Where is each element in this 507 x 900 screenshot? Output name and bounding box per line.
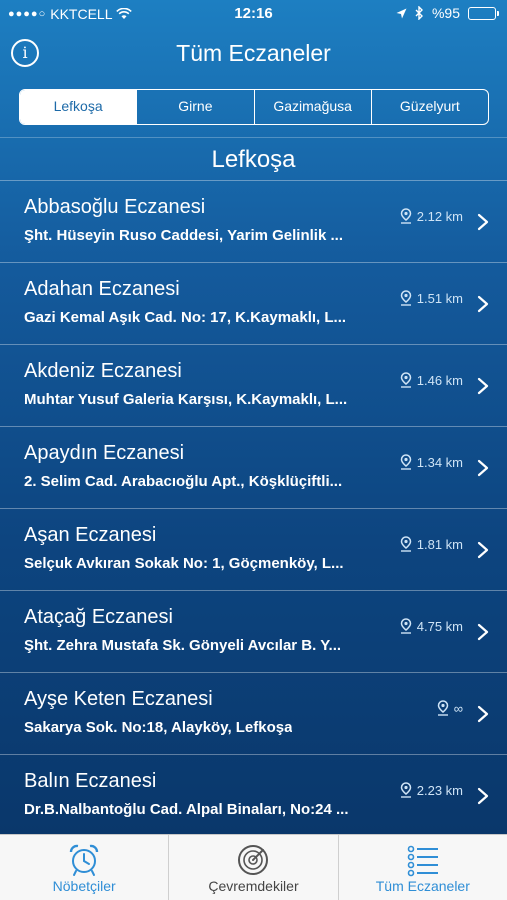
city-segmented-control: Lefkoşa Girne Gazimağusa Güzelyurt — [19, 89, 489, 125]
map-pin-icon — [400, 536, 412, 552]
pharmacy-name: Abbasoğlu Eczanesi — [24, 196, 206, 218]
tab-label: Nöbetçiler — [52, 878, 116, 894]
pharmacy-row[interactable]: Balın Eczanesi Dr.B.Nalbantoğlu Cad. Alpa… — [0, 754, 507, 836]
list-icon — [407, 845, 438, 877]
pharmacy-name: Ataçağ Eczanesi — [24, 606, 173, 628]
distance-value: ∞ — [453, 700, 463, 716]
pharmacy-name: Apaydın Eczanesi — [24, 442, 185, 464]
pharmacy-address: Muhtar Yusuf Galeria Karşısı, K.Kaymaklı… — [24, 391, 348, 408]
distance-value: 4.75 km — [416, 618, 463, 634]
page-title: Tüm Eczaneler — [176, 40, 331, 66]
alarm-clock-icon — [69, 844, 99, 876]
pharmacy-address: Sakarya Sok. No:18, Alayköy, Lefkoşa — [24, 719, 293, 736]
segment-guzelyurt[interactable]: Güzelyurt — [370, 90, 488, 124]
pharmacy-address: Şht. Hüseyin Ruso Caddesi, Yarim Gelinli… — [24, 227, 343, 244]
section-header: Lefkoşa — [211, 146, 296, 173]
pharmacy-row[interactable]: Adahan Eczanesi Gazi Kemal Aşık Cad. No: … — [0, 262, 507, 344]
chevron-right-icon — [477, 541, 489, 559]
map-pin-icon — [400, 208, 412, 224]
segment-lefkosa[interactable]: Lefkoşa — [20, 90, 137, 124]
pharmacy-distance: 1.51 km — [400, 290, 463, 306]
pharmacy-distance: 2.12 km — [400, 208, 463, 224]
chevron-right-icon — [477, 705, 489, 723]
tab-tum-eczaneler[interactable]: Tüm Eczaneler — [337, 835, 507, 900]
pharmacy-address: Şht. Zehra Mustafa Sk. Gönyeli Avcılar B… — [24, 637, 342, 654]
pharmacy-address: 2. Selim Cad. Arabacıoğlu Apt., Köşklüçi… — [24, 473, 343, 490]
pharmacy-address: Gazi Kemal Aşık Cad. No: 17, K.Kaymaklı,… — [24, 309, 347, 326]
map-pin-icon — [400, 290, 412, 306]
distance-value: 1.46 km — [416, 372, 463, 388]
distance-value: 2.23 km — [416, 782, 463, 798]
pharmacy-distance: 4.75 km — [400, 618, 463, 634]
map-pin-icon — [400, 618, 412, 634]
battery-percent: %95 — [431, 5, 460, 21]
pharmacy-name: Aşan Eczanesi — [24, 524, 157, 546]
tab-label: Tüm Eczaneler — [375, 878, 470, 894]
battery-icon — [468, 6, 499, 20]
distance-value: 2.12 km — [416, 208, 463, 224]
segment-gazimagusa[interactable]: Gazimağusa — [253, 90, 371, 124]
pharmacy-name: Balın Eczanesi — [24, 770, 157, 792]
pharmacy-address: Dr.B.Nalbantoğlu Cad. Alpal Binaları, No… — [24, 801, 349, 818]
pharmacy-name: Ayşe Keten Eczanesi — [24, 688, 213, 710]
pharmacy-address: Selçuk Avkıran Sokak No: 1, Göçmenköy, L… — [24, 555, 344, 572]
bluetooth-icon — [415, 6, 423, 20]
chevron-right-icon — [477, 623, 489, 641]
pharmacy-distance: 2.23 km — [400, 782, 463, 798]
pharmacy-row[interactable]: Abbasoğlu Eczanesi Şht. Hüseyin Ruso Cadd… — [0, 180, 507, 262]
navigation-bar: i Tüm Eczaneler — [0, 28, 507, 80]
status-right: %95 — [396, 5, 499, 21]
chevron-right-icon — [477, 377, 489, 395]
pharmacy-distance: 1.34 km — [400, 454, 463, 470]
map-pin-icon — [400, 782, 412, 798]
distance-value: 1.51 km — [416, 290, 463, 306]
pharmacy-row[interactable]: Akdeniz Eczanesi Muhtar Yusuf Galeria Kar… — [0, 344, 507, 426]
app-screen: ●●●●○ KKTCELL 12:16 %95 i Tüm Eczaneler … — [0, 0, 507, 900]
pharmacy-row[interactable]: Ayşe Keten Eczanesi Sakarya Sok. No:18, A… — [0, 672, 507, 754]
pharmacy-row[interactable]: Aşan Eczanesi Selçuk Avkıran Sokak No: 1,… — [0, 508, 507, 590]
pharmacy-name: Akdeniz Eczanesi — [24, 360, 182, 382]
radar-icon — [238, 845, 269, 875]
pharmacy-distance: ∞ — [437, 700, 463, 716]
status-bar: ●●●●○ KKTCELL 12:16 %95 — [0, 0, 507, 28]
map-pin-icon — [400, 454, 412, 470]
pharmacy-list: Abbasoğlu Eczanesi Şht. Hüseyin Ruso Cadd… — [0, 180, 507, 836]
segment-girne[interactable]: Girne — [136, 90, 253, 124]
chevron-right-icon — [477, 787, 489, 805]
chevron-right-icon — [477, 295, 489, 313]
chevron-right-icon — [477, 213, 489, 231]
pharmacy-distance: 1.46 km — [400, 372, 463, 388]
map-pin-icon — [400, 372, 412, 388]
pharmacy-row[interactable]: Ataçağ Eczanesi Şht. Zehra Mustafa Sk. Gö… — [0, 590, 507, 672]
map-pin-icon — [437, 700, 448, 716]
pharmacy-name: Adahan Eczanesi — [24, 278, 180, 300]
chevron-right-icon — [477, 459, 489, 477]
location-arrow-icon — [396, 8, 407, 18]
tab-cevremdekiler[interactable]: Çevremdekiler — [168, 835, 337, 900]
distance-value: 1.81 km — [416, 536, 463, 552]
pharmacy-row[interactable]: Apaydın Eczanesi 2. Selim Cad. Arabacıoğl… — [0, 426, 507, 508]
pharmacy-distance: 1.81 km — [400, 536, 463, 552]
tab-bar: Nöbetçiler Çevremdekiler Tüm Eczaneler — [0, 834, 507, 900]
distance-value: 1.34 km — [416, 454, 463, 470]
tab-label: Çevremdekiler — [208, 878, 299, 894]
tab-nobetciler[interactable]: Nöbetçiler — [0, 835, 168, 900]
